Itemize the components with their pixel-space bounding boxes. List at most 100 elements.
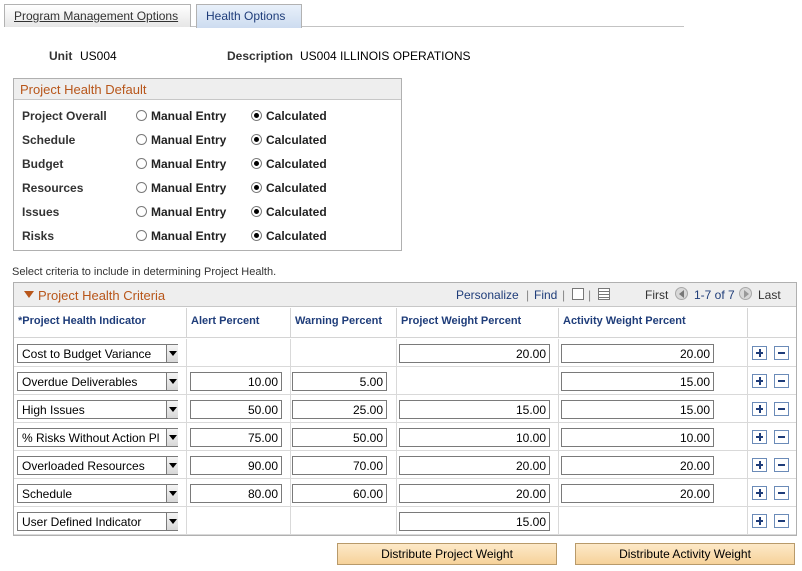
indicator-select[interactable]: % Risks Without Action Pl: [17, 428, 178, 447]
find-link[interactable]: Find: [534, 288, 557, 302]
activity-weight-input[interactable]: 20.00: [561, 484, 714, 503]
indicator-value: Overloaded Resources: [22, 459, 145, 473]
col-header-indicator: *Project Health Indicator: [14, 308, 187, 338]
project-weight-input[interactable]: 20.00: [399, 484, 550, 503]
activity-weight-input[interactable]: 15.00: [561, 400, 714, 419]
alert-percent-input[interactable]: 90.00: [190, 456, 282, 475]
default-row-label: Risks: [22, 229, 55, 243]
activity-weight-input[interactable]: 10.00: [561, 428, 714, 447]
separator: |: [562, 288, 566, 302]
manual-entry-label[interactable]: Manual Entry: [151, 181, 226, 195]
project-weight-input[interactable]: 20.00: [399, 456, 550, 475]
delete-row-icon[interactable]: [774, 430, 789, 444]
calculated-radio[interactable]: [251, 134, 262, 145]
activity-weight-input[interactable]: 20.00: [561, 344, 714, 363]
indicator-select[interactable]: Schedule: [17, 484, 178, 503]
calculated-radio[interactable]: [251, 182, 262, 193]
activity-weight-input[interactable]: 15.00: [561, 372, 714, 391]
calculated-label[interactable]: Calculated: [266, 181, 327, 195]
view-all-icon[interactable]: [572, 288, 584, 300]
manual-entry-radio[interactable]: [136, 110, 147, 121]
distribute-project-weight-button[interactable]: Distribute Project Weight: [337, 543, 557, 565]
manual-entry-label[interactable]: Manual Entry: [151, 205, 226, 219]
delete-row-icon[interactable]: [774, 458, 789, 472]
manual-entry-label[interactable]: Manual Entry: [151, 109, 226, 123]
col-header-actions: [748, 308, 796, 338]
alert-percent-input[interactable]: 75.00: [190, 428, 282, 447]
chevron-down-icon[interactable]: [166, 513, 178, 530]
previous-arrow-icon[interactable]: [675, 287, 688, 300]
add-row-icon[interactable]: [752, 458, 767, 472]
indicator-select[interactable]: Overdue Deliverables: [17, 372, 178, 391]
manual-entry-radio[interactable]: [136, 206, 147, 217]
manual-entry-radio[interactable]: [136, 134, 147, 145]
delete-row-icon[interactable]: [774, 346, 789, 360]
add-row-icon[interactable]: [752, 374, 767, 388]
alert-percent-input[interactable]: 10.00: [190, 372, 282, 391]
indicator-select[interactable]: Cost to Budget Variance: [17, 344, 178, 363]
manual-entry-radio[interactable]: [136, 158, 147, 169]
default-row: Project Overall Manual Entry Calculated: [14, 107, 401, 125]
download-grid-icon[interactable]: [598, 288, 610, 300]
personalize-link[interactable]: Personalize: [456, 288, 519, 302]
add-row-icon[interactable]: [752, 514, 767, 528]
chevron-down-icon[interactable]: [166, 345, 178, 362]
delete-row-icon[interactable]: [774, 514, 789, 528]
activity-weight-cell: [559, 507, 748, 535]
warning-percent-input[interactable]: 25.00: [292, 400, 387, 419]
indicator-value: Cost to Budget Variance: [22, 347, 152, 361]
manual-entry-label[interactable]: Manual Entry: [151, 157, 226, 171]
warning-percent-input[interactable]: 5.00: [292, 372, 387, 391]
calculated-label[interactable]: Calculated: [266, 157, 327, 171]
calculated-radio[interactable]: [251, 230, 262, 241]
manual-entry-radio[interactable]: [136, 182, 147, 193]
project-weight-input[interactable]: 15.00: [399, 400, 550, 419]
calculated-radio[interactable]: [251, 110, 262, 121]
calculated-label[interactable]: Calculated: [266, 133, 327, 147]
chevron-down-icon[interactable]: [166, 401, 178, 418]
chevron-down-icon[interactable]: [166, 429, 178, 446]
project-weight-input[interactable]: 10.00: [399, 428, 550, 447]
calculated-radio[interactable]: [251, 206, 262, 217]
warning-percent-input[interactable]: 70.00: [292, 456, 387, 475]
warning-percent-input[interactable]: 50.00: [292, 428, 387, 447]
calculated-label[interactable]: Calculated: [266, 109, 327, 123]
last-label[interactable]: Last: [758, 288, 781, 302]
manual-entry-label[interactable]: Manual Entry: [151, 229, 226, 243]
activity-weight-input[interactable]: 20.00: [561, 456, 714, 475]
project-weight-input[interactable]: 20.00: [399, 344, 550, 363]
collapse-triangle-icon[interactable]: [24, 291, 34, 298]
calculated-label[interactable]: Calculated: [266, 205, 327, 219]
next-arrow-icon[interactable]: [739, 287, 752, 300]
alert-percent-input[interactable]: 50.00: [190, 400, 282, 419]
chevron-down-icon[interactable]: [166, 485, 178, 502]
delete-row-icon[interactable]: [774, 402, 789, 416]
tab-health-options[interactable]: Health Options: [196, 4, 302, 28]
warning-percent-input[interactable]: 60.00: [292, 484, 387, 503]
alert-cell: 75.00: [187, 423, 291, 451]
delete-row-icon[interactable]: [774, 486, 789, 500]
indicator-select[interactable]: User Defined Indicator: [17, 512, 178, 531]
add-row-icon[interactable]: [752, 402, 767, 416]
indicator-select[interactable]: High Issues: [17, 400, 178, 419]
chevron-down-icon[interactable]: [166, 373, 178, 390]
add-row-icon[interactable]: [752, 486, 767, 500]
manual-entry-radio[interactable]: [136, 230, 147, 241]
warning-cell: 50.00: [291, 423, 397, 451]
delete-row-icon[interactable]: [774, 374, 789, 388]
unit-value: US004: [80, 49, 117, 63]
indicator-select[interactable]: Overloaded Resources: [17, 456, 178, 475]
add-row-icon[interactable]: [752, 346, 767, 360]
chevron-down-icon[interactable]: [166, 457, 178, 474]
add-row-icon[interactable]: [752, 430, 767, 444]
alert-percent-input[interactable]: 80.00: [190, 484, 282, 503]
tab-program-management-options[interactable]: Program Management Options: [4, 4, 191, 27]
manual-entry-label[interactable]: Manual Entry: [151, 133, 226, 147]
first-label[interactable]: First: [645, 288, 668, 302]
calculated-radio[interactable]: [251, 158, 262, 169]
calculated-label[interactable]: Calculated: [266, 229, 327, 243]
distribute-activity-weight-button[interactable]: Distribute Activity Weight: [575, 543, 795, 565]
project-health-default-title: Project Health Default: [14, 79, 401, 100]
project-weight-input[interactable]: 15.00: [399, 512, 550, 531]
default-row-label: Resources: [22, 181, 84, 195]
